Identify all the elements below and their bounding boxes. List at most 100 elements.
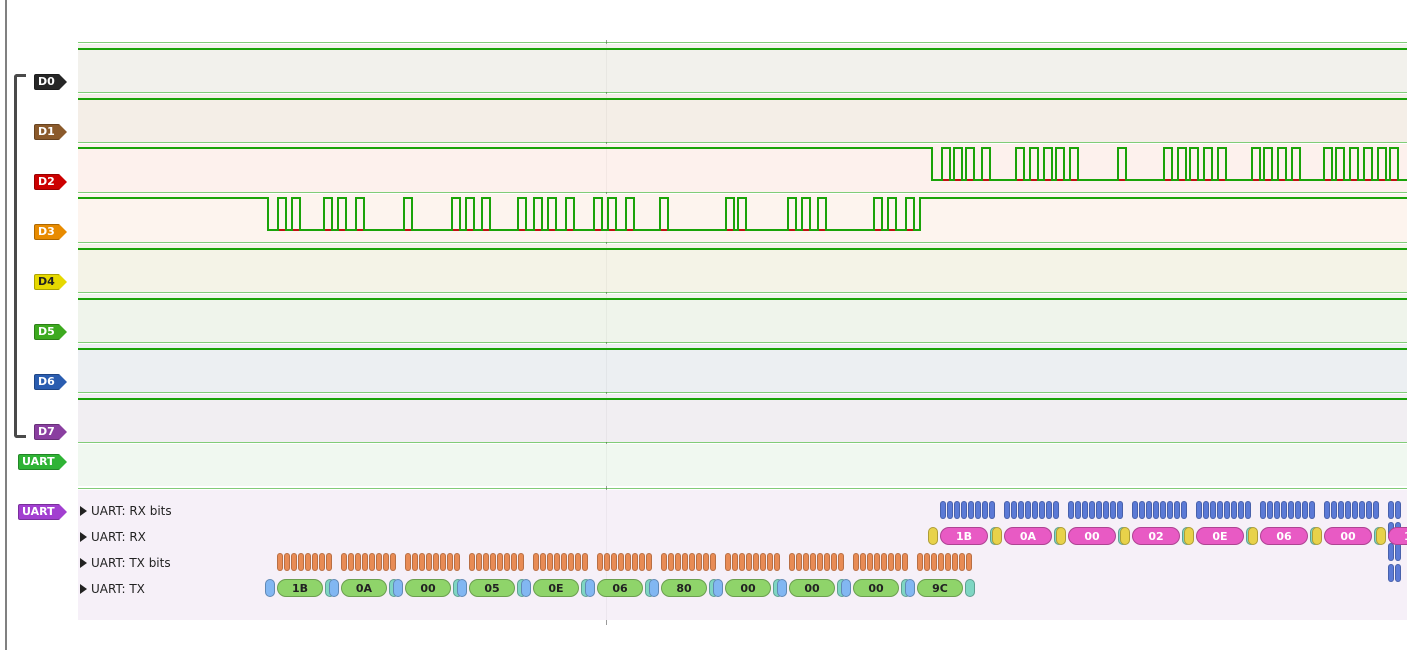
- channel-label: D1: [38, 124, 55, 140]
- channel-tag-d5[interactable]: D5: [34, 324, 60, 340]
- rx-byte[interactable]: 0E: [1196, 527, 1244, 545]
- rx-byte[interactable]: 1B: [1388, 527, 1407, 545]
- rx-byte[interactable]: 00: [1068, 527, 1116, 545]
- trace-high: [78, 248, 1407, 250]
- tx-bit-cluster: [853, 553, 909, 571]
- waveform-lane-d2[interactable]: [78, 144, 1407, 192]
- lane-separator: [78, 192, 1407, 193]
- rx-byte[interactable]: 1B: [940, 527, 988, 545]
- waveform-lane-d3[interactable]: [78, 194, 1407, 242]
- tx-bit-cluster: [917, 553, 973, 571]
- tx-byte[interactable]: 00: [853, 579, 899, 597]
- expand-icon[interactable]: [80, 532, 87, 542]
- tx-byte[interactable]: 06: [597, 579, 643, 597]
- expand-icon[interactable]: [80, 584, 87, 594]
- channel-tag-d3[interactable]: D3: [34, 224, 60, 240]
- waveform-lane-d7[interactable]: [78, 394, 1407, 442]
- tx-byte[interactable]: 0A: [341, 579, 387, 597]
- tx-byte[interactable]: 9C: [917, 579, 963, 597]
- waveform-lane-d5[interactable]: [78, 294, 1407, 342]
- lane-separator: [78, 392, 1407, 393]
- protocol-label: UART: [22, 504, 55, 520]
- decoder-row-tx_bits[interactable]: UART: TX bits: [80, 556, 171, 570]
- tx-byte[interactable]: 00: [789, 579, 835, 597]
- lane-separator: [78, 42, 1407, 43]
- trace-high: [78, 98, 1407, 100]
- decoder-row-label: UART: RX: [91, 530, 146, 544]
- tx-start-bit-marker: [905, 579, 915, 597]
- tx-byte[interactable]: 0E: [533, 579, 579, 597]
- rx-start-bit-marker: [928, 527, 938, 545]
- waveform-lane-d6[interactable]: [78, 344, 1407, 392]
- tx-bit-cluster: [725, 553, 781, 571]
- decoder-row-rx_bits[interactable]: UART: RX bits: [80, 504, 172, 518]
- decoder-lane-uart-green[interactable]: [78, 444, 1407, 486]
- tx-byte[interactable]: 80: [661, 579, 707, 597]
- rx-bit-cluster: [1068, 501, 1124, 519]
- decoder-row-label: UART: RX bits: [91, 504, 172, 518]
- waveform-lane-d0[interactable]: [78, 44, 1407, 92]
- waveform-lane-d4[interactable]: [78, 244, 1407, 292]
- rx-byte[interactable]: 00: [1324, 527, 1372, 545]
- trace-high: [78, 348, 1407, 350]
- waveform-lane-d1[interactable]: [78, 94, 1407, 142]
- rx-start-bit-marker: [1184, 527, 1194, 545]
- protocol-tag-uart-g[interactable]: UART: [18, 454, 60, 470]
- channel-tag-d1[interactable]: D1: [34, 124, 60, 140]
- tx-bit-cluster: [533, 553, 589, 571]
- tx-start-bit-marker: [329, 579, 339, 597]
- rx-start-bit-marker: [1376, 527, 1386, 545]
- channel-group-bracket: [14, 74, 26, 438]
- channel-tag-d4[interactable]: D4: [34, 274, 60, 290]
- channel-tag-d0[interactable]: D0: [34, 74, 60, 90]
- rx-byte[interactable]: 0A: [1004, 527, 1052, 545]
- trace-high: [78, 48, 1407, 50]
- rx-start-bit-marker: [1056, 527, 1066, 545]
- rx-byte[interactable]: 06: [1260, 527, 1308, 545]
- decoder-row-rx[interactable]: UART: RX: [80, 530, 146, 544]
- channel-tag-d6[interactable]: D6: [34, 374, 60, 390]
- expand-icon[interactable]: [80, 506, 87, 516]
- tx-start-bit-marker: [585, 579, 595, 597]
- rx-start-bit-marker: [1312, 527, 1322, 545]
- rx-bit-cluster: [940, 501, 996, 519]
- tx-start-bit-marker: [393, 579, 403, 597]
- rx-bit-cluster: [1132, 501, 1188, 519]
- channel-label: D4: [38, 274, 55, 290]
- lane-separator: [78, 442, 1407, 443]
- tx-bit-cluster: [789, 553, 845, 571]
- lane-separator: [78, 292, 1407, 293]
- tx-bit-cluster: [341, 553, 397, 571]
- tx-bit-cluster: [469, 553, 525, 571]
- decoder-row-label: UART: TX: [91, 582, 145, 596]
- rx-start-bit-marker: [1248, 527, 1258, 545]
- lane-separator: [78, 488, 1407, 489]
- tx-start-bit-marker: [777, 579, 787, 597]
- lane-separator: [78, 242, 1407, 243]
- tx-start-bit-marker: [649, 579, 659, 597]
- rx-bit-cluster: [1388, 501, 1407, 519]
- channel-tag-d2[interactable]: D2: [34, 174, 60, 190]
- rx-start-bit-marker: [992, 527, 1002, 545]
- channel-label: D5: [38, 324, 55, 340]
- rx-byte[interactable]: 02: [1132, 527, 1180, 545]
- channel-label: D3: [38, 224, 55, 240]
- tx-start-bit-marker: [265, 579, 275, 597]
- tx-byte[interactable]: 00: [405, 579, 451, 597]
- trace-high: [78, 298, 1407, 300]
- channel-label: D2: [38, 174, 55, 190]
- tx-byte[interactable]: 00: [725, 579, 771, 597]
- protocol-label: UART: [22, 454, 55, 470]
- lane-separator: [78, 342, 1407, 343]
- channel-tag-d7[interactable]: D7: [34, 424, 60, 440]
- tx-byte[interactable]: 05: [469, 579, 515, 597]
- tx-bit-cluster: [277, 553, 333, 571]
- channel-label: D0: [38, 74, 55, 90]
- trace-high: [78, 398, 1407, 400]
- tx-byte[interactable]: 1B: [277, 579, 323, 597]
- protocol-tag-uart-p[interactable]: UART: [18, 504, 60, 520]
- expand-icon[interactable]: [80, 558, 87, 568]
- tx-stop-bit-marker: [965, 579, 975, 597]
- decoder-row-tx[interactable]: UART: TX: [80, 582, 145, 596]
- trace-wave: [78, 144, 1407, 192]
